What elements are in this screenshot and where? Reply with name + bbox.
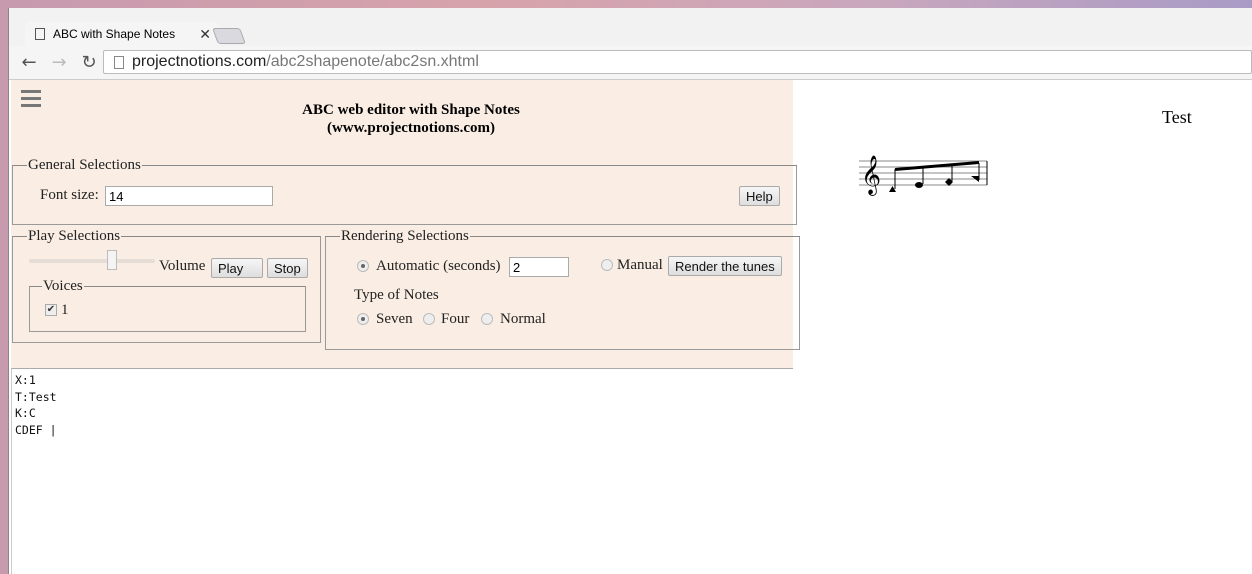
url-path: /abc2shapenote/abc2sn.xhtml <box>266 53 479 70</box>
font-size-label: Font size: <box>40 187 99 203</box>
address-bar[interactable]: projectnotions.com/abc2shapenote/abc2sn.… <box>103 50 1252 74</box>
close-tab-icon[interactable]: ✕ <box>199 26 211 43</box>
automatic-radio[interactable] <box>357 260 369 272</box>
volume-label: Volume <box>159 258 206 274</box>
manual-radio[interactable] <box>601 259 613 271</box>
tune-title: Test <box>1162 107 1192 127</box>
tab-title: ABC with Shape Notes <box>53 27 176 41</box>
page-icon <box>114 55 124 69</box>
render-tunes-button[interactable]: Render the tunes <box>668 256 782 276</box>
play-legend: Play Selections <box>28 228 121 244</box>
rendering-legend: Rendering Selections <box>341 228 469 244</box>
title-line-1: ABC web editor with Shape Notes <box>302 102 520 118</box>
new-tab-button[interactable] <box>212 28 246 44</box>
notes <box>889 161 980 192</box>
page-title: ABC web editor with Shape Notes (www.proj… <box>11 101 811 137</box>
note-d <box>915 182 923 188</box>
four-radio[interactable] <box>423 313 435 325</box>
volume-slider-thumb[interactable] <box>107 250 117 270</box>
treble-clef-icon: 𝄞 <box>861 155 881 196</box>
manual-label: Manual <box>617 257 663 273</box>
play-button[interactable]: Play <box>211 258 263 278</box>
browser-tab[interactable]: ABC with Shape Notes ✕ <box>25 22 221 46</box>
seven-radio[interactable] <box>357 313 369 325</box>
control-panel: ABC web editor with Shape Notes (www.proj… <box>11 80 800 368</box>
voice-1-checkbox[interactable]: ✔ <box>45 304 57 316</box>
browser-toolbar: ← → ↻ projectnotions.com/abc2shapenote/a… <box>9 46 1252 80</box>
voices-group: Voices <box>29 278 306 332</box>
page-icon <box>35 28 45 40</box>
page-content: ABC web editor with Shape Notes (www.proj… <box>9 80 1252 574</box>
title-line-2: (www.projectnotions.com) <box>326 120 496 136</box>
normal-label: Normal <box>500 311 546 327</box>
beam <box>895 161 979 171</box>
help-button[interactable]: Help <box>739 186 780 206</box>
automatic-label: Automatic (seconds) <box>376 258 501 274</box>
normal-radio[interactable] <box>481 313 493 325</box>
url-host: projectnotions.com <box>132 53 267 70</box>
automatic-seconds-input[interactable] <box>509 257 569 277</box>
stop-button[interactable]: Stop <box>267 258 308 278</box>
music-staff: 𝄞 <box>859 155 988 196</box>
back-icon[interactable]: ← <box>19 52 39 73</box>
volume-slider[interactable] <box>29 259 155 263</box>
browser-window: ABC with Shape Notes ✕ ← → ↻ projectnoti… <box>8 8 1252 574</box>
abc-editor-textarea[interactable]: X:1 T:Test K:C CDEF | <box>11 368 793 574</box>
general-legend: General Selections <box>28 157 141 173</box>
type-of-notes-label: Type of Notes <box>354 287 439 303</box>
forward-icon[interactable]: → <box>49 52 69 73</box>
reload-icon[interactable]: ↻ <box>79 52 99 73</box>
font-size-input[interactable] <box>105 186 273 206</box>
seven-label: Seven <box>376 311 413 327</box>
voices-legend: Voices <box>43 278 83 294</box>
four-label: Four <box>441 311 470 327</box>
voice-1-label: 1 <box>61 302 69 318</box>
